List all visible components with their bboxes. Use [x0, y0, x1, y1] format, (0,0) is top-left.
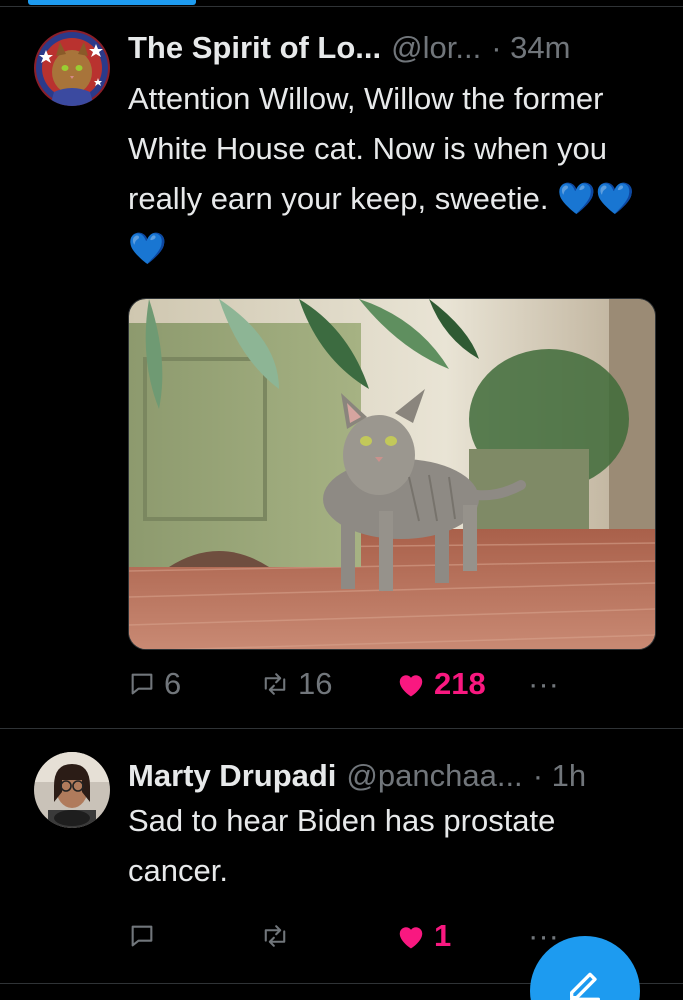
tweet-header: Marty Drupadi @panchaa... · 1h	[128, 756, 657, 796]
compose-icon	[565, 966, 605, 1000]
retweet-count: 16	[298, 666, 333, 701]
display-name[interactable]: Marty Drupadi	[128, 756, 336, 796]
tweet-body: Marty Drupadi @panchaa... · 1h Sad to he…	[128, 748, 657, 896]
like-button[interactable]: 1	[396, 918, 451, 954]
more-icon: ···	[528, 666, 559, 701]
tweet-header: The Spirit of Lo... @lor... · 34m	[128, 28, 657, 68]
reply-button[interactable]: 6	[128, 666, 181, 702]
display-name[interactable]: The Spirit of Lo...	[128, 28, 381, 68]
heart-filled-icon	[396, 922, 426, 950]
top-divider	[0, 6, 683, 7]
tweet-media-cat-photo[interactable]	[128, 298, 656, 650]
more-button[interactable]: ···	[528, 666, 559, 702]
handle[interactable]: @lor...	[391, 28, 481, 68]
reply-count: 6	[164, 666, 182, 701]
avatar[interactable]	[34, 752, 110, 828]
heart-filled-icon	[396, 670, 426, 698]
tweet-divider	[0, 728, 683, 729]
tweet-text: Attention Willow, Willow the former Whit…	[128, 81, 635, 266]
timestamp[interactable]: · 1h	[533, 756, 586, 796]
retweet-icon	[260, 922, 290, 950]
tweet-body: The Spirit of Lo... @lor... · 34m Attent…	[128, 20, 657, 650]
reply-icon	[128, 670, 156, 698]
like-count: 218	[434, 666, 486, 701]
retweet-icon	[260, 670, 290, 698]
tab-indicator	[28, 0, 196, 5]
reply-button[interactable]	[128, 922, 164, 950]
tweet-text: Sad to hear Biden has prostate cancer.	[128, 803, 556, 888]
tweet-actions: 6 16 218 ···	[128, 664, 657, 704]
avatar[interactable]	[34, 30, 110, 106]
like-count: 1	[434, 918, 452, 953]
handle[interactable]: @panchaa...	[346, 756, 522, 796]
retweet-button[interactable]: 16	[260, 666, 332, 702]
like-button[interactable]: 218	[396, 666, 486, 702]
timeline: The Spirit of Lo... @lor... · 34m Attent…	[0, 0, 683, 1000]
reply-icon	[128, 922, 156, 950]
timestamp[interactable]: · 34m	[491, 28, 570, 68]
retweet-button[interactable]	[260, 922, 298, 950]
